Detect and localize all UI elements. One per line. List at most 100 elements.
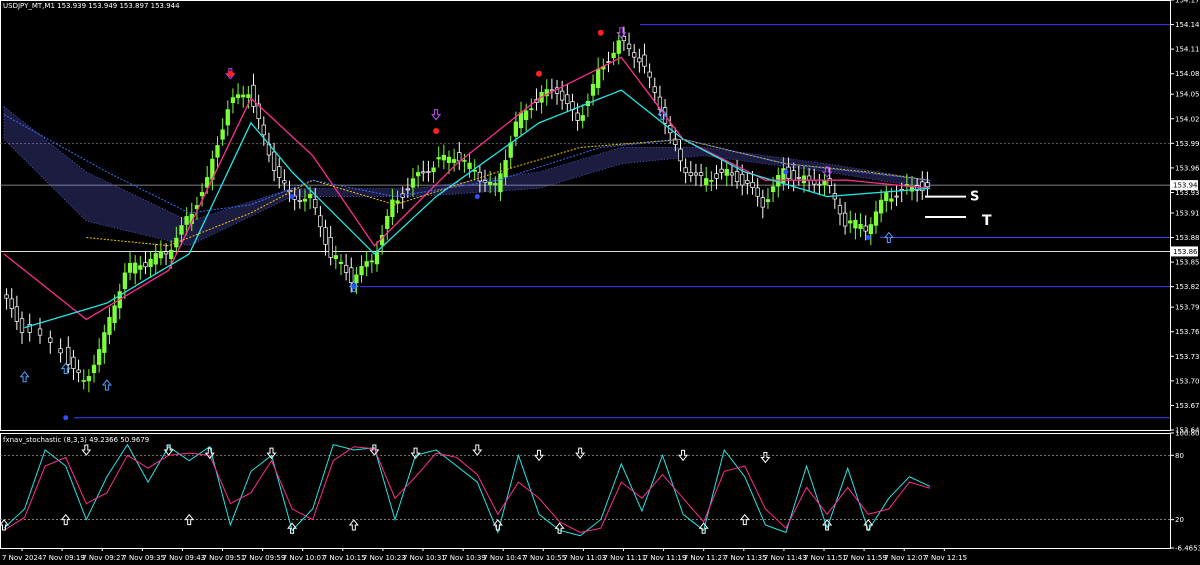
- candle-body: [215, 145, 220, 158]
- candle-body: [590, 84, 596, 96]
- candle-body: [868, 224, 873, 235]
- price-tick-label: 153.765: [1175, 328, 1200, 336]
- time-tick-label: 7 Nov 10:39: [443, 554, 486, 562]
- time-tick-label: 7 Nov 11:59: [844, 554, 887, 562]
- candle-body: [878, 199, 884, 214]
- candle-body: [143, 262, 148, 268]
- candle-body: [148, 258, 153, 267]
- candle-body: [71, 356, 76, 369]
- candle-body: [426, 171, 431, 173]
- time-tick-label: 7 Nov 11:19: [644, 554, 687, 562]
- price-tick-label: 154.140: [1175, 21, 1200, 29]
- candle-body: [58, 348, 63, 354]
- candle-body: [451, 159, 457, 163]
- candle-body: [894, 195, 899, 198]
- candle-body: [323, 227, 328, 245]
- price-tick-label: 153.735: [1175, 353, 1200, 361]
- candle-body: [884, 192, 889, 202]
- candle-body: [889, 198, 894, 202]
- axes: 154.170 154.140 154.110 154.080 154.055 154.0…: [2, 0, 1200, 562]
- time-tick-label: 7 Nov 11:51: [804, 554, 847, 562]
- candle-body: [770, 186, 776, 193]
- stochastic-line: [3, 443, 931, 537]
- price-tick-label: 153.795: [1175, 304, 1200, 312]
- time-tick-label: 7 Nov 11:27: [684, 554, 727, 562]
- swing-low-dot: [63, 415, 69, 421]
- candle-body: [580, 115, 585, 121]
- time-tick-label: 7 Nov 11:03: [563, 554, 606, 562]
- trading-chart[interactable]: ST 154.170154.140154.110154.080154.05515…: [0, 0, 1200, 565]
- candle-body: [842, 212, 848, 227]
- candle-body: [693, 172, 699, 176]
- candle-body: [220, 129, 225, 140]
- time-tick-label: 7 Nov 09:27: [82, 554, 125, 562]
- swing-high-dot: [597, 29, 604, 36]
- reference-price-label: 153.863: [1173, 248, 1200, 256]
- candle-body: [462, 160, 467, 162]
- candle-body: [837, 205, 843, 215]
- candle-body: [765, 199, 771, 203]
- candle-body: [698, 172, 704, 176]
- candle-body: [122, 272, 128, 290]
- candle-body: [153, 253, 158, 265]
- swing-high-dot: [433, 128, 440, 135]
- candle-body: [436, 157, 441, 160]
- candle-body: [524, 110, 529, 121]
- candle-body: [925, 182, 930, 188]
- candle-body: [626, 43, 632, 50]
- candle-body: [745, 180, 750, 184]
- price-panel: ST: [0, 0, 1171, 431]
- candle-body: [354, 274, 359, 284]
- candle-body: [750, 181, 755, 188]
- candle-body: [410, 178, 416, 188]
- time-tick-label: 7 Nov 11:35: [724, 554, 767, 562]
- candle-body: [37, 328, 43, 336]
- price-tick-label: 153.965: [1175, 164, 1200, 172]
- candle-body: [729, 172, 735, 176]
- candle-body: [385, 215, 390, 229]
- candle-body: [518, 112, 524, 129]
- candle-body: [66, 346, 71, 365]
- candle-body: [112, 305, 117, 324]
- candle-body: [97, 349, 102, 365]
- candle-body: [261, 124, 266, 136]
- stochastic-down-arrow-icon: [575, 447, 586, 459]
- candle-body: [374, 252, 380, 265]
- candle-body: [302, 198, 308, 202]
- stochastic-down-arrow-icon: [760, 451, 771, 464]
- candle-body: [431, 167, 436, 173]
- candle-body: [760, 197, 765, 208]
- time-tick-label: 7 Nov 09:51: [203, 554, 246, 562]
- candle-body: [107, 317, 112, 335]
- swing-low-dot: [865, 235, 871, 241]
- candle-body: [307, 194, 313, 199]
- candle-body: [508, 142, 513, 158]
- candle-body: [446, 156, 452, 163]
- annotation-s: S: [970, 190, 979, 205]
- candle-body: [395, 200, 400, 204]
- candle-body: [163, 251, 169, 255]
- candle-body: [560, 90, 565, 101]
- candle-body: [4, 294, 9, 299]
- candle-body: [282, 180, 287, 184]
- candle-body: [91, 364, 97, 374]
- candle-body: [493, 183, 498, 186]
- stochastic-up-arrow-icon: [698, 522, 709, 534]
- price-tick-label: 153.675: [1175, 402, 1200, 410]
- stochastic-tick-label: 80: [1175, 452, 1184, 460]
- candle-body: [457, 152, 462, 162]
- candle-body: [313, 199, 318, 209]
- candle-body: [755, 187, 760, 197]
- time-tick-label: 7 Nov 09:59: [243, 554, 286, 562]
- buy-arrow-icon: [101, 379, 112, 391]
- candle-body: [127, 263, 133, 273]
- candle-body: [271, 151, 277, 171]
- candle-body: [9, 298, 14, 309]
- candle-body: [405, 188, 410, 191]
- price-tick-label: 153.880: [1175, 234, 1200, 242]
- candle-body: [415, 172, 421, 177]
- stochastic-down-arrow-icon: [472, 444, 483, 456]
- candle-body: [791, 170, 796, 181]
- candle-body: [652, 86, 657, 93]
- annotation-t: T: [982, 213, 992, 229]
